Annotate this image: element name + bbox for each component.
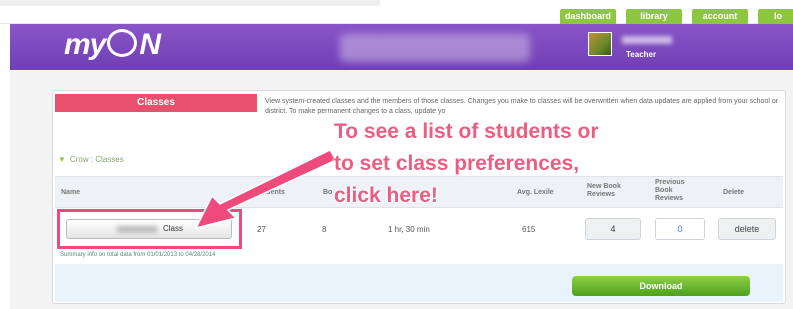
overlay-line-2: to set class preferences, [334, 152, 580, 175]
overlay-line-1: To see a list of students or [334, 120, 599, 143]
overlay-line-3: click here! [334, 184, 438, 207]
